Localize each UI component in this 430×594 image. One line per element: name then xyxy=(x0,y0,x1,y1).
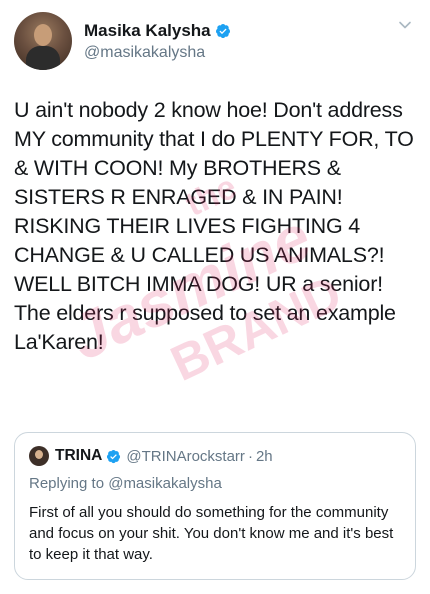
quoted-author-avatar[interactable] xyxy=(29,446,49,466)
author-handle[interactable]: @masikakalysha xyxy=(84,44,231,62)
separator-dot: · xyxy=(247,447,253,465)
verified-badge-icon xyxy=(215,23,230,38)
tweet-text: U ain't nobody 2 know hoe! Don't address… xyxy=(14,98,414,354)
quoted-tweet-text: First of all you should do something for… xyxy=(29,504,394,563)
quoted-author-display-name[interactable]: TRINA xyxy=(55,447,102,465)
quoted-tweet-header: TRINA @TRINArockstarr · 2h xyxy=(29,445,401,467)
chevron-down-icon[interactable] xyxy=(398,18,412,32)
author-avatar[interactable] xyxy=(14,12,72,70)
replying-to[interactable]: Replying to @masikakalysha xyxy=(29,475,401,492)
quoted-author-handle[interactable]: @TRINArockstarr xyxy=(126,448,245,465)
author-display-name[interactable]: Masika Kalysha xyxy=(84,21,211,41)
verified-badge-icon xyxy=(107,449,121,463)
tweet-header: Masika Kalysha @masikakalysha xyxy=(14,10,416,72)
quoted-tweet[interactable]: TRINA @TRINArockstarr · 2h Replying to @… xyxy=(14,432,416,580)
author-names: Masika Kalysha @masikakalysha xyxy=(84,21,231,62)
quoted-tweet-time[interactable]: 2h xyxy=(256,448,273,465)
tweet-card: Masika Kalysha @masikakalysha U ain't no… xyxy=(0,0,430,594)
